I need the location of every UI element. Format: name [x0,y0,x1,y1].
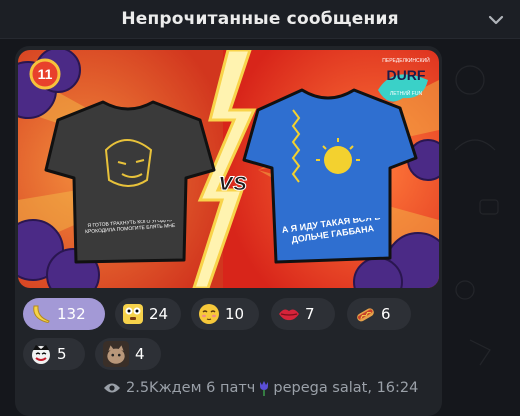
reaction-count: 24 [149,305,169,323]
episode-badge-number: 11 [38,66,53,82]
reaction-cat-photo[interactable]: 4 [95,338,161,370]
reaction-hotdog[interactable]: 6 [347,298,411,330]
banana-icon [33,305,50,323]
author-signature-prefix: ждем 6 патч [158,380,256,396]
reaction-count: 6 [381,305,391,323]
chevron-down-icon[interactable] [486,10,506,30]
surprised-face-icon [123,304,143,324]
views-count: 2.5K [126,380,159,396]
reaction-count: 5 [57,345,67,363]
reaction-count: 132 [57,305,86,323]
svg-text:ПЕРЕДЕЛКИНСКИЙ: ПЕРЕДЕЛКИНСКИЙ [382,56,430,64]
post-image[interactable]: 11 ПЕРЕДЕЛКИНСКИЙ DURF ЛЕТНИЙ FUN Я ГОТО… [18,50,439,288]
banner-title: Непрочитанные сообщения [121,9,399,29]
reaction-count: 10 [225,305,245,323]
author-signature-time: pepega salat, 16:24 [273,380,419,396]
reaction-lips[interactable]: 7 [271,298,335,330]
reaction-count: 7 [305,305,315,323]
blushing-face-icon [199,304,219,324]
hotdog-icon [357,308,374,322]
post-footer: 2.5K ждем 6 патч pepega salat, 16:24 [103,380,418,396]
unread-messages-banner[interactable]: Непрочитанные сообщения [0,0,520,39]
channel-post: 11 ПЕРЕДЕЛКИНСКИЙ DURF ЛЕТНИЙ FUN Я ГОТО… [15,46,442,416]
joker-icon [32,345,50,364]
reaction-banana[interactable]: 132 [23,298,105,330]
cat-photo-icon [103,341,129,367]
lips-icon [279,309,299,321]
svg-text:ЛЕТНИЙ FUN: ЛЕТНИЙ FUN [390,89,423,97]
svg-text:DURF: DURF [387,67,426,83]
tulip-icon [260,381,269,396]
reaction-count: 4 [135,345,145,363]
eye-icon [104,383,120,393]
reaction-surprised[interactable]: 24 [115,298,181,330]
reaction-joker[interactable]: 5 [23,338,85,370]
reaction-blushing[interactable]: 10 [191,298,259,330]
vs-label: vs [219,166,248,196]
